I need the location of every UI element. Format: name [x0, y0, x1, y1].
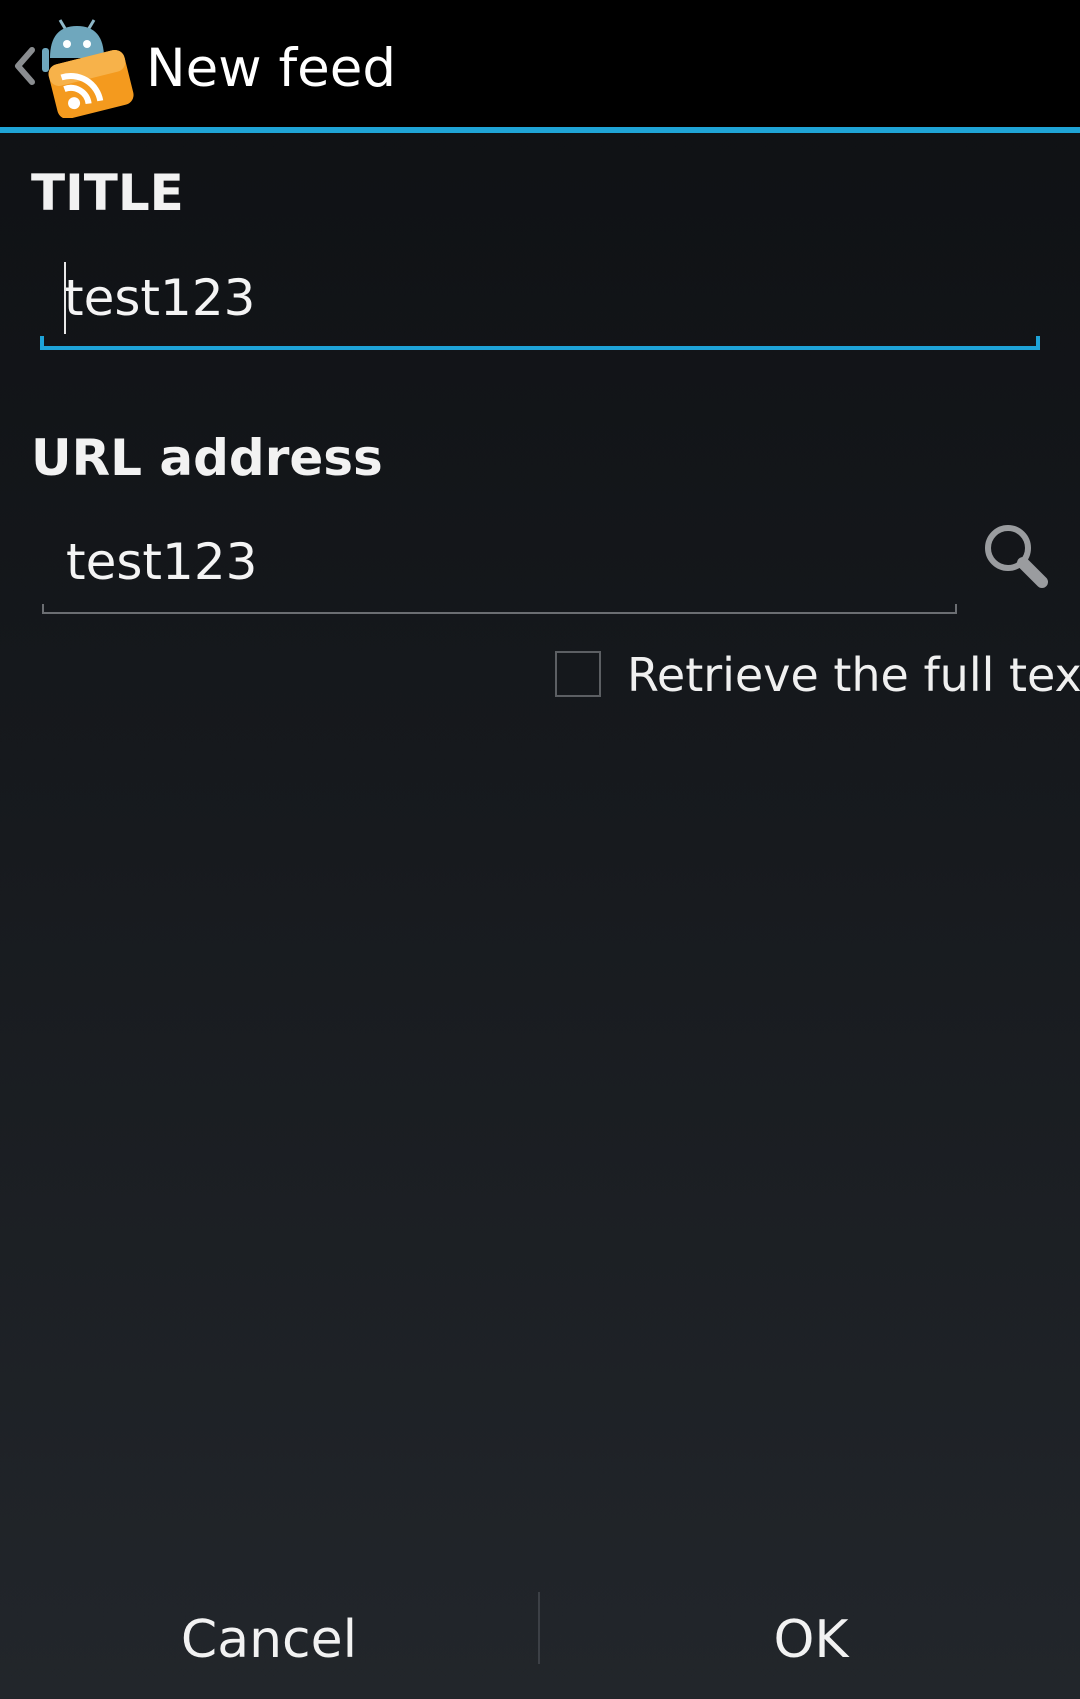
- chevron-left-icon[interactable]: [10, 36, 40, 96]
- title-input-value: test123: [64, 269, 256, 327]
- cancel-button[interactable]: Cancel: [0, 1580, 538, 1699]
- url-input-value: test123: [66, 533, 258, 591]
- search-icon[interactable]: [978, 518, 1054, 594]
- action-bar: New feed: [0, 0, 1080, 133]
- title-input[interactable]: test123: [40, 248, 1040, 350]
- text-cursor: [64, 262, 66, 334]
- full-text-label[interactable]: Retrieve the full text: [627, 640, 1080, 710]
- button-divider: [538, 1592, 540, 1664]
- title-label: TITLE: [31, 164, 184, 222]
- full-text-checkbox[interactable]: [555, 651, 601, 697]
- screen-title: New feed: [146, 38, 396, 99]
- ok-button[interactable]: OK: [542, 1580, 1080, 1699]
- rss-android-app-icon[interactable]: [38, 14, 138, 118]
- dialog-button-bar: Cancel OK: [0, 1580, 1080, 1699]
- url-input[interactable]: test123: [42, 512, 957, 614]
- url-label: URL address: [31, 429, 383, 487]
